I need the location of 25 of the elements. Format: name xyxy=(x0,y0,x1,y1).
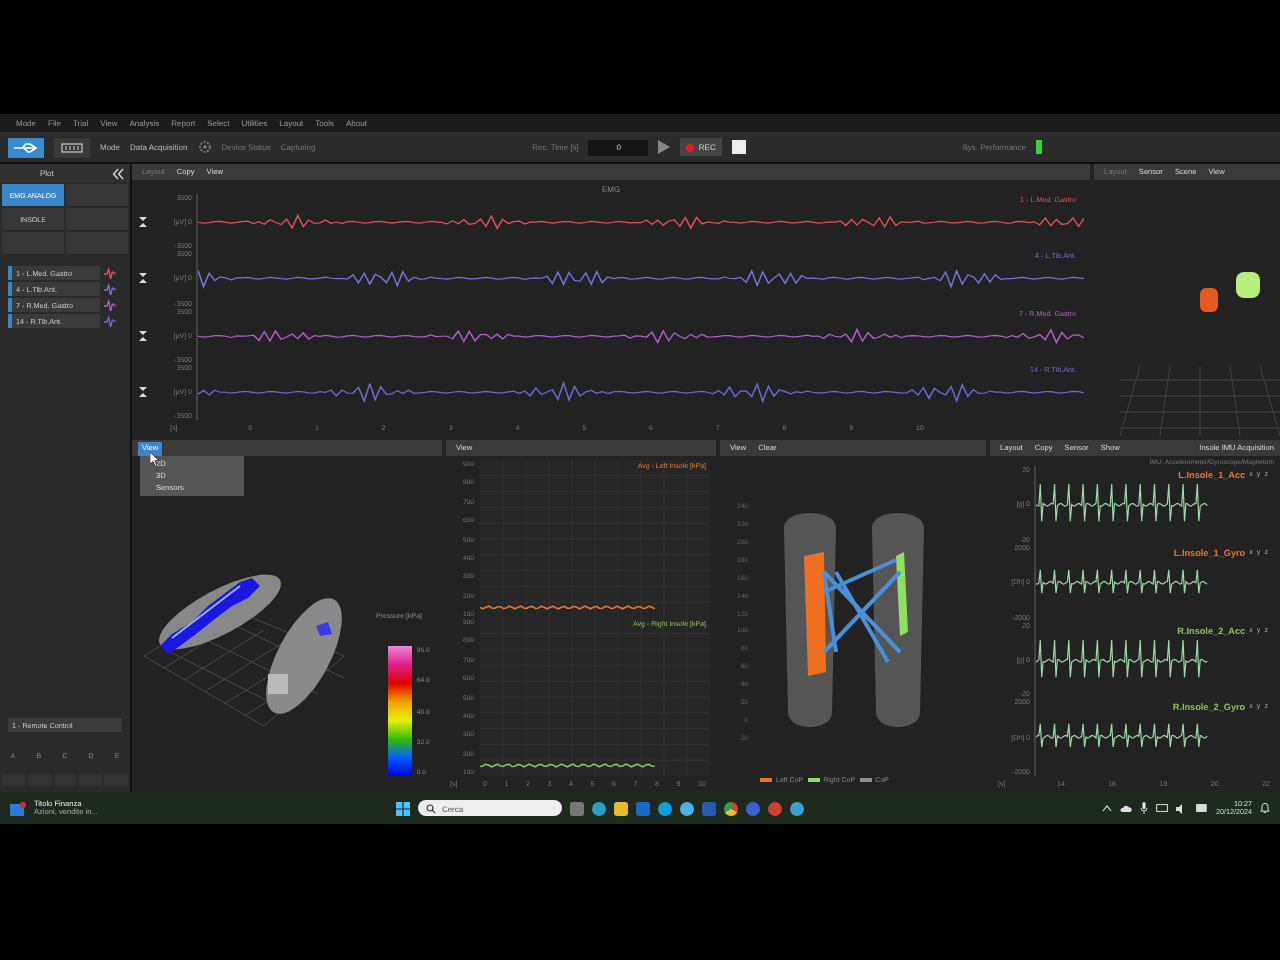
news-icon[interactable] xyxy=(10,801,26,815)
scale-icon[interactable] xyxy=(138,329,148,342)
usb-icon[interactable] xyxy=(8,137,44,157)
performance-bar-icon xyxy=(1036,140,1043,154)
browser-icon[interactable] xyxy=(723,801,738,815)
microphone-icon[interactable] xyxy=(1140,802,1148,814)
battery-icon[interactable] xyxy=(1196,804,1208,812)
windows-icon[interactable] xyxy=(395,801,410,815)
speaker-icon[interactable] xyxy=(1176,803,1188,813)
folder-icon[interactable] xyxy=(613,801,628,815)
pressure-color-scale xyxy=(388,646,413,776)
scale-icon[interactable] xyxy=(138,216,148,229)
caret-icon[interactable] xyxy=(1102,804,1112,812)
scale-icon[interactable] xyxy=(138,385,148,398)
play-icon[interactable] xyxy=(658,140,671,154)
collapse-icon[interactable] xyxy=(112,167,124,179)
search-icon xyxy=(425,803,436,813)
stop-icon[interactable] xyxy=(731,140,746,154)
monitor-icon[interactable] xyxy=(1156,803,1168,813)
device-icon[interactable] xyxy=(54,137,90,157)
bell-icon[interactable] xyxy=(1260,802,1270,814)
scale-icon[interactable] xyxy=(138,272,148,285)
cloud-icon[interactable] xyxy=(1120,804,1132,812)
cursor-icon xyxy=(150,452,160,466)
settings-icon[interactable] xyxy=(197,140,212,154)
